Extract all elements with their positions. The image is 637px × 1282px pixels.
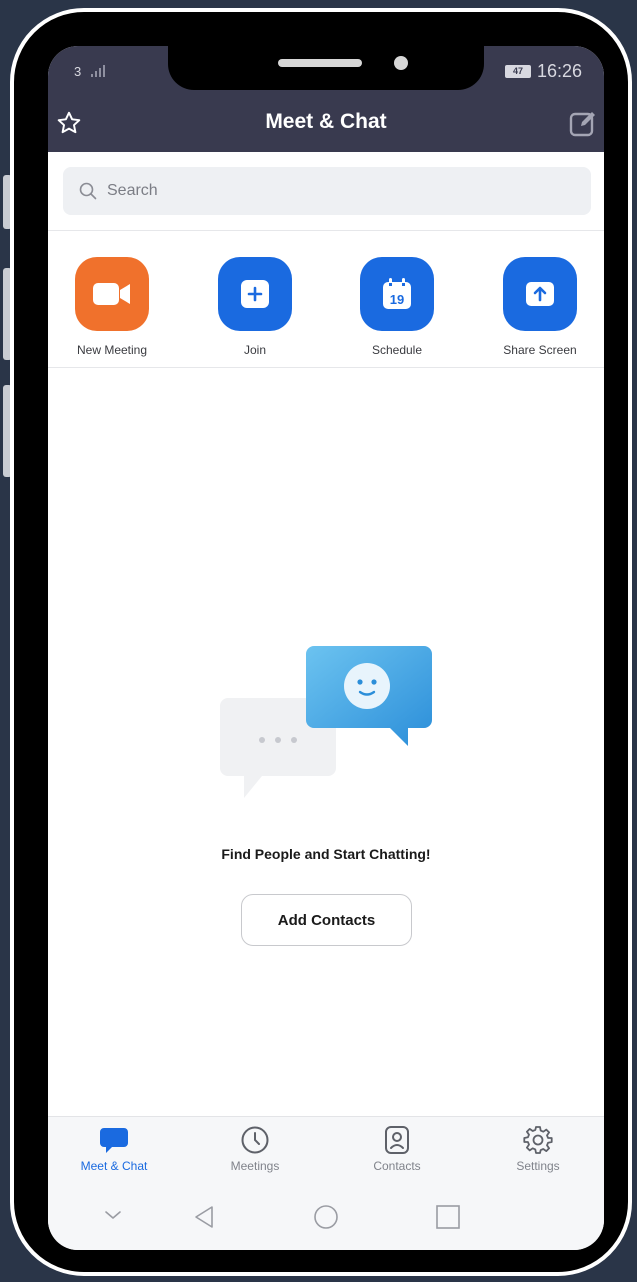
share-screen-label: Share Screen <box>503 343 577 357</box>
compose-icon[interactable] <box>568 108 598 138</box>
tab-label: Meet & Chat <box>80 1159 148 1173</box>
recents-square-icon[interactable] <box>435 1204 461 1230</box>
new-meeting-label: New Meeting <box>76 343 148 357</box>
clock-icon <box>241 1126 269 1154</box>
tab-contacts[interactable]: Contacts <box>347 1125 447 1173</box>
share-screen-tile <box>503 257 577 331</box>
new-meeting-tile <box>75 257 149 331</box>
page-title: Meet & Chat <box>265 110 387 133</box>
bottom-tab-bar: Meet & Chat Meetings Contacts Settings <box>48 1116 604 1182</box>
join-tile <box>218 257 292 331</box>
calendar-icon: 19 <box>383 278 411 309</box>
share-screen-button[interactable]: Share Screen <box>485 257 595 357</box>
schedule-label: Schedule <box>371 343 423 357</box>
add-contacts-button[interactable]: Add Contacts <box>241 894 412 946</box>
phone-notch <box>168 46 484 90</box>
home-circle-icon[interactable] <box>313 1204 339 1230</box>
tab-settings[interactable]: Settings <box>488 1125 588 1173</box>
tab-label: Contacts <box>373 1159 421 1173</box>
schedule-tile: 19 <box>360 257 434 331</box>
calendar-day: 19 <box>390 292 404 307</box>
chat-bubble-icon <box>100 1128 128 1153</box>
app-header: 3 47 16:26 Meet & Chat <box>48 46 604 152</box>
status-right: 47 16:26 <box>504 61 582 82</box>
video-camera-icon <box>93 283 130 305</box>
tab-label: Meetings <box>230 1159 280 1173</box>
gear-icon <box>523 1126 553 1154</box>
status-time: 16:26 <box>536 61 582 81</box>
search-placeholder: Search <box>107 182 158 199</box>
empty-state-message: Find People and Start Chatting! <box>221 846 431 862</box>
front-camera <box>394 56 408 70</box>
back-triangle-icon[interactable] <box>191 1204 217 1230</box>
chat-illustration <box>220 646 432 798</box>
schedule-button[interactable]: 19 Schedule <box>342 257 452 357</box>
search-icon <box>79 182 97 200</box>
chevron-down-icon[interactable] <box>102 1204 124 1226</box>
tab-label: Settings <box>516 1159 560 1173</box>
search-input[interactable]: Search <box>63 167 591 215</box>
upload-arrow-icon <box>526 282 554 306</box>
divider <box>48 367 604 368</box>
app-screen: 3 47 16:26 Meet & Chat Search New Meetin… <box>48 46 604 1250</box>
new-meeting-button[interactable]: New Meeting <box>57 257 167 357</box>
system-nav-bar <box>48 1182 604 1250</box>
tab-meet-chat[interactable]: Meet & Chat <box>64 1125 164 1173</box>
join-button[interactable]: Join <box>200 257 310 357</box>
carrier-label: 3 <box>74 64 82 79</box>
battery-icon: 47 <box>504 65 531 78</box>
divider <box>48 230 604 231</box>
signal-indicator: 3 <box>74 64 107 79</box>
tab-meetings[interactable]: Meetings <box>205 1125 305 1173</box>
plus-icon <box>241 280 269 308</box>
join-label: Join <box>243 343 266 357</box>
signal-bars-icon <box>90 65 105 77</box>
speaker-grille <box>278 59 362 67</box>
contact-card-icon <box>385 1126 409 1154</box>
